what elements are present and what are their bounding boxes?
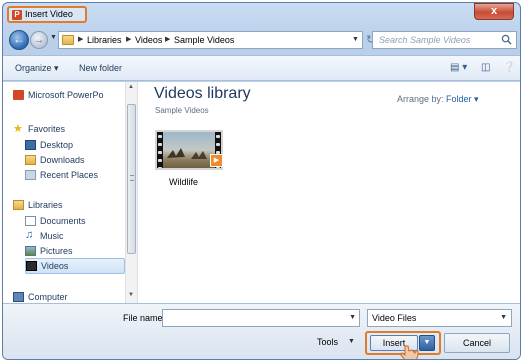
dialog-footer: File name: ▼ Video Files ▼ Tools ▼ Inser…: [3, 303, 520, 359]
file-name-label: File name:: [123, 313, 166, 323]
pictures-icon: [25, 246, 36, 256]
command-toolbar: Organize ▾ New folder ▤ ▾ ◫ ❔: [3, 55, 520, 81]
library-icon: [13, 200, 24, 210]
close-button[interactable]: x: [474, 3, 514, 20]
chevron-down-icon[interactable]: ▼: [500, 314, 507, 321]
chevron-right-icon[interactable]: ▶: [78, 35, 83, 43]
tools-dropdown-icon[interactable]: ▼: [348, 338, 355, 345]
title-highlight: P Insert Video: [7, 6, 87, 23]
content-area: Microsoft PowerPo ★ Favorites Desktop Do…: [3, 82, 520, 303]
search-icon[interactable]: [501, 34, 512, 45]
nav-item-powerpoint[interactable]: Microsoft PowerPo: [13, 88, 125, 104]
recent-places-icon: [25, 170, 36, 180]
scroll-thumb[interactable]: [127, 104, 136, 254]
navigation-pane: Microsoft PowerPo ★ Favorites Desktop Do…: [3, 82, 138, 303]
nav-item-videos[interactable]: Videos: [25, 258, 125, 274]
window-title: Insert Video: [25, 9, 73, 19]
recent-pages-dropdown-icon[interactable]: ▼: [50, 34, 57, 41]
tools-button[interactable]: Tools: [317, 337, 338, 347]
chevron-right-icon[interactable]: ▶: [165, 35, 170, 43]
folder-icon: [62, 35, 74, 45]
arrange-by-label: Arrange by:: [397, 94, 444, 104]
preview-pane-icon[interactable]: ◫: [481, 62, 490, 73]
desktop-icon: [25, 140, 36, 150]
scroll-down-icon[interactable]: ▼: [128, 292, 134, 298]
nav-item-libraries[interactable]: Libraries: [13, 198, 125, 214]
file-type-select[interactable]: Video Files ▼: [367, 309, 512, 327]
powerpoint-app-icon: P: [12, 10, 22, 20]
media-player-icon: ▶: [210, 154, 223, 167]
star-icon: ★: [13, 123, 23, 135]
cancel-button[interactable]: Cancel: [444, 333, 510, 353]
computer-icon: [13, 292, 24, 302]
documents-icon: [25, 216, 36, 226]
search-box[interactable]: Search Sample Videos: [372, 31, 517, 49]
file-list-pane: Videos library Sample Videos Arrange by:…: [139, 82, 520, 303]
insert-dropdown-button[interactable]: ▼: [419, 335, 435, 351]
nav-item-music[interactable]: ♫ Music: [25, 229, 125, 245]
file-name-wildlife[interactable]: Wildlife: [169, 177, 198, 187]
forward-button[interactable]: →: [30, 31, 48, 49]
insert-video-dialog: P Insert Video x ← → ▼ ▶ Libraries ▶ Vid…: [2, 2, 521, 360]
powerpoint-icon: [13, 90, 24, 100]
file-name-input[interactable]: ▼: [162, 309, 360, 327]
breadcrumb-sample-videos[interactable]: Sample Videos: [174, 35, 234, 45]
library-title: Videos library: [154, 85, 251, 102]
music-icon: ♫: [25, 229, 34, 241]
nav-item-desktop[interactable]: Desktop: [25, 138, 125, 154]
nav-item-recent-places[interactable]: Recent Places: [25, 168, 125, 184]
navigation-scrollbar[interactable]: ▲ ▼: [125, 82, 137, 303]
search-placeholder: Search Sample Videos: [379, 35, 471, 45]
file-type-value: Video Files: [372, 313, 417, 323]
back-button[interactable]: ←: [9, 30, 29, 50]
downloads-icon: [25, 155, 36, 165]
new-folder-button[interactable]: New folder: [79, 63, 122, 73]
videos-icon: [26, 261, 37, 271]
nav-item-downloads[interactable]: Downloads: [25, 153, 125, 169]
view-options-icon[interactable]: ▤ ▾: [450, 62, 467, 73]
address-bar[interactable]: ▶ Libraries ▶ Videos ▶ Sample Videos ▼: [58, 31, 363, 49]
library-subtitle: Sample Videos: [155, 106, 209, 115]
breadcrumb-videos[interactable]: Videos: [135, 35, 162, 45]
navigation-bar: ← → ▼ ▶ Libraries ▶ Videos ▶ Sample Vide…: [3, 27, 520, 53]
nav-item-favorites[interactable]: ★ Favorites: [13, 122, 125, 138]
nav-item-documents[interactable]: Documents: [25, 214, 125, 230]
breadcrumb-libraries[interactable]: Libraries: [87, 35, 122, 45]
chevron-down-icon[interactable]: ▼: [349, 314, 356, 321]
address-dropdown-icon[interactable]: ▼: [352, 36, 359, 43]
title-bar: P Insert Video x: [3, 3, 520, 25]
arrange-by-value[interactable]: Folder ▾: [446, 94, 479, 104]
hand-cursor-icon: [400, 345, 419, 359]
arrange-by[interactable]: Arrange by: Folder ▾: [397, 94, 479, 105]
scroll-grip-icon: [130, 175, 134, 181]
organize-button[interactable]: Organize ▾: [15, 63, 59, 74]
help-icon[interactable]: ❔: [503, 62, 515, 73]
scroll-up-icon[interactable]: ▲: [128, 84, 134, 90]
chevron-right-icon[interactable]: ▶: [126, 35, 131, 43]
